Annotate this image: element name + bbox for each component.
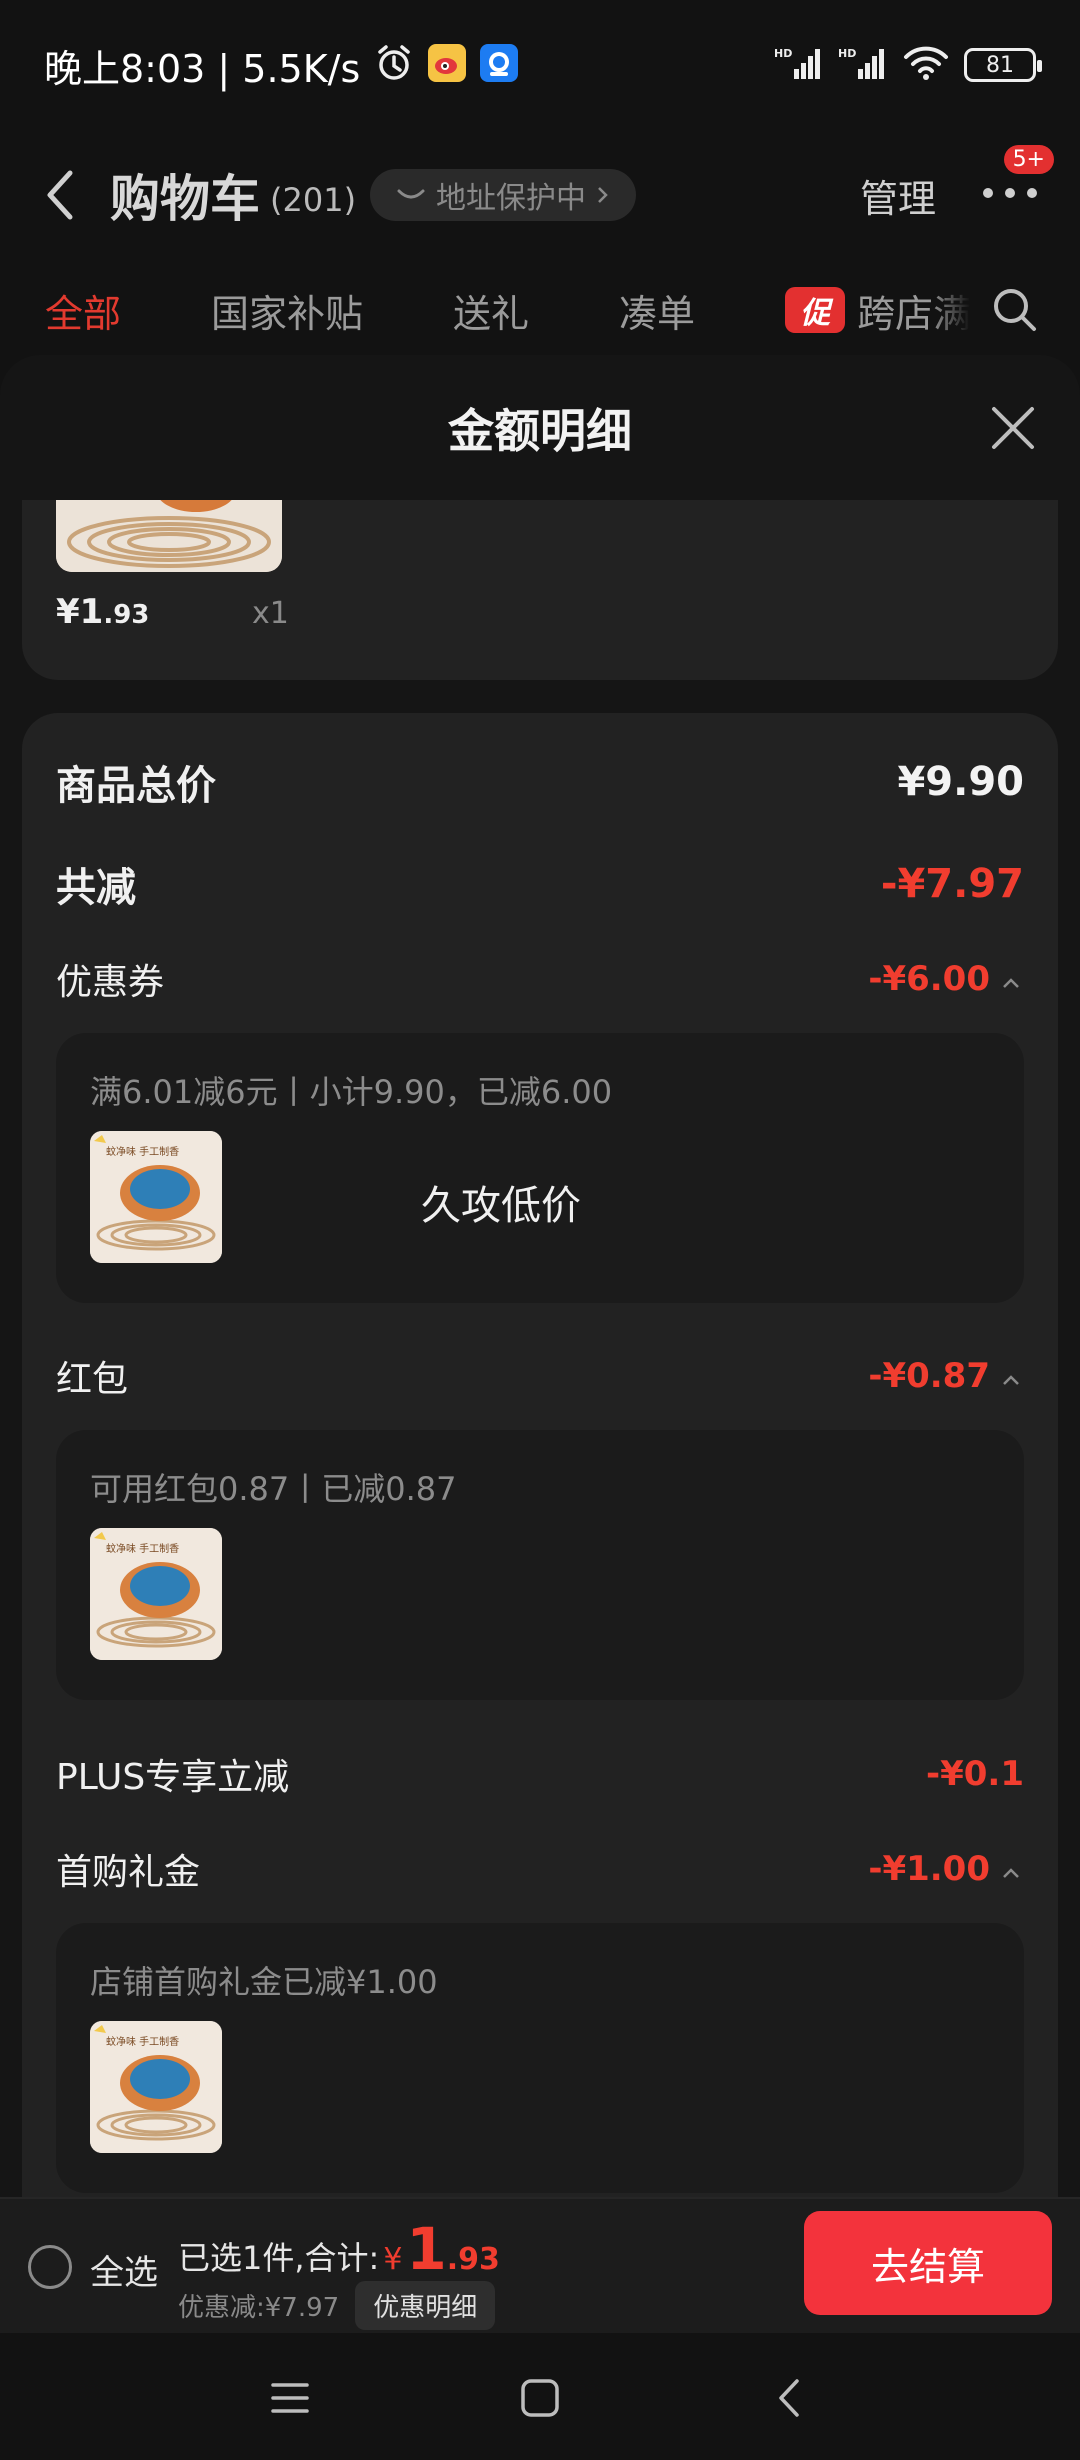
coupon-row[interactable]: 优惠券 -¥6.00: [56, 953, 1024, 1005]
coupon-note: 久攻低价: [421, 1183, 581, 1229]
tab-gift[interactable]: 送礼: [453, 283, 529, 338]
tab-all[interactable]: 全部: [45, 283, 121, 338]
close-icon[interactable]: [988, 403, 1038, 453]
more-dots-icon: [980, 183, 1040, 207]
selected-summary: 已选1件,合计: ¥ 1 .93: [178, 2215, 500, 2283]
battery-icon: 81: [964, 48, 1042, 82]
coupon-product-thumbnail[interactable]: 蚊净味 手工制香: [90, 1131, 222, 1263]
product-quantity: x1: [252, 596, 289, 631]
manage-button[interactable]: 管理: [860, 168, 936, 223]
status-right: HD HD 81: [774, 45, 1042, 85]
coupon-value: -¥6.00: [868, 959, 990, 999]
svg-text:蚊净味 手工制香: 蚊净味 手工制香: [106, 1542, 179, 1555]
total-reduce-label: 共减: [56, 865, 136, 911]
more-button[interactable]: 5+: [980, 145, 1054, 225]
previous-product-card: ¥1.93 x1: [22, 500, 1058, 680]
shield-smile-icon: [396, 178, 426, 213]
svg-text:蚊净味 手工制香: 蚊净味 手工制香: [106, 2035, 179, 2048]
app-notification-icon: [480, 44, 519, 86]
sheet-header: 金额明细: [0, 355, 1080, 500]
red-packet-value-group: -¥0.87: [868, 1356, 1024, 1396]
category-tabs: 全部 国家补贴 送礼 凑单 促 跨店满: [0, 255, 1080, 365]
address-protection-pill[interactable]: 地址保护中: [370, 169, 637, 221]
total-price-label: 商品总价: [56, 763, 216, 809]
coupon-label: 优惠券: [56, 962, 165, 1003]
svg-text:HD: HD: [774, 47, 792, 60]
status-time: 晚上8:03 | 5.5K/s: [44, 46, 361, 91]
first-purchase-row[interactable]: 首购礼金 -¥1.00: [56, 1843, 1024, 1895]
first-purchase-product-thumbnail[interactable]: 蚊净味 手工制香: [90, 2021, 222, 2153]
signal-hd-icon: HD: [838, 45, 888, 85]
coupon-detail-text: 满6.01减6元丨小计9.90，已减6.00: [90, 1073, 613, 1111]
first-purchase-detail-text: 店铺首购礼金已减¥1.00: [90, 1963, 438, 2001]
red-packet-product-thumbnail[interactable]: 蚊净味 手工制香: [90, 1528, 222, 1660]
total-reduce-row: 共减 -¥7.97: [56, 855, 1024, 913]
chevron-right-icon: [596, 178, 610, 213]
system-nav-bar: [0, 2333, 1080, 2460]
red-packet-detail-text: 可用红包0.87丨已减0.87: [90, 1470, 457, 1508]
coupon-value-group: -¥6.00: [868, 959, 1024, 999]
cart-item-count: (201): [270, 181, 357, 219]
alarm-icon: [374, 43, 414, 87]
plus-discount-value: -¥0.1: [926, 1754, 1024, 1794]
red-packet-value: -¥0.87: [868, 1356, 990, 1396]
total-amount-decimal: .93: [446, 2242, 500, 2277]
coupon-detail-box: 满6.01减6元丨小计9.90，已减6.00 蚊净味 手工制香 久攻低价: [56, 1033, 1024, 1303]
first-purchase-detail-box: 店铺首购礼金已减¥1.00 蚊净味 手工制香: [56, 1923, 1024, 2193]
svg-text:蚊净味 手工制香: 蚊净味 手工制香: [106, 1145, 179, 1158]
tab-combine-order[interactable]: 凑单: [619, 283, 695, 338]
svg-text:HD: HD: [838, 47, 856, 60]
cart-header: 购物车 (201) 地址保护中 管理 5+: [0, 130, 1080, 260]
home-icon[interactable]: [515, 2373, 565, 2423]
total-price-row: 商品总价 ¥9.90: [56, 753, 1024, 811]
checkout-bar: 全选 已选1件,合计: ¥ 1 .93 优惠减:¥7.97 优惠明细 去结算: [0, 2197, 1080, 2333]
weibo-icon: [428, 44, 467, 86]
back-icon[interactable]: [765, 2373, 815, 2423]
signal-hd-icon: HD: [774, 45, 824, 85]
sheet-title: 金额明细: [448, 403, 632, 458]
tab-national-subsidy[interactable]: 国家补贴: [211, 283, 363, 338]
first-purchase-value-group: -¥1.00: [868, 1849, 1024, 1889]
summary-prefix: 已选1件,合计:: [178, 2239, 380, 2277]
select-all-label[interactable]: 全选: [90, 2245, 158, 2294]
status-bar: 晚上8:03 | 5.5K/s HD HD 81: [0, 0, 1080, 130]
plus-discount-row: PLUS专享立减 -¥0.1: [56, 1748, 1024, 1800]
red-packet-detail-box: 可用红包0.87丨已减0.87 蚊净味 手工制香: [56, 1430, 1024, 1700]
back-arrow-icon[interactable]: [40, 165, 100, 225]
first-purchase-value: -¥1.00: [868, 1849, 990, 1889]
discount-amount: 优惠减:¥7.97: [178, 2293, 340, 2323]
wifi-icon: [902, 45, 950, 85]
currency-symbol: ¥: [383, 2242, 403, 2277]
plus-discount-label: PLUS专享立减: [56, 1757, 290, 1798]
shopping-cart-screen: 晚上8:03 | 5.5K/s HD HD 81 购物车 (201) 地址保护中…: [0, 0, 1080, 2460]
discount-detail-button[interactable]: 优惠明细: [355, 2281, 496, 2330]
total-price-value: ¥9.90: [897, 759, 1024, 805]
red-packet-row[interactable]: 红包 -¥0.87: [56, 1350, 1024, 1402]
first-purchase-label: 首购礼金: [56, 1852, 201, 1893]
select-all-radio[interactable]: [28, 2245, 72, 2289]
tab-fade: [930, 255, 970, 365]
promo-badge: 促: [785, 287, 846, 333]
search-icon[interactable]: [990, 285, 1040, 335]
red-packet-label: 红包: [56, 1359, 129, 1400]
menu-icon[interactable]: [265, 2373, 315, 2423]
product-thumbnail[interactable]: [56, 500, 282, 572]
product-price: ¥1.93: [56, 592, 150, 632]
address-protection-label: 地址保护中: [436, 181, 587, 216]
discount-summary: 优惠减:¥7.97 优惠明细: [178, 2281, 496, 2330]
chevron-up-icon[interactable]: [998, 1856, 1024, 1882]
page-title: 购物车: [110, 170, 260, 228]
amount-breakdown-card: 商品总价 ¥9.90 共减 -¥7.97 优惠券 -¥6.00 满6.01减6元…: [22, 713, 1058, 2197]
chevron-up-icon[interactable]: [998, 1363, 1024, 1389]
checkout-button[interactable]: 去结算: [804, 2211, 1052, 2315]
chevron-up-icon[interactable]: [998, 966, 1024, 992]
total-amount-integer: 1: [406, 2215, 447, 2283]
message-badge: 5+: [1003, 145, 1054, 174]
amount-detail-sheet: 金额明细 ¥1.93 x1 商品总价 ¥9.90 共减 -¥7.97 优惠券 -…: [0, 355, 1080, 2197]
total-reduce-value: -¥7.97: [880, 861, 1024, 907]
